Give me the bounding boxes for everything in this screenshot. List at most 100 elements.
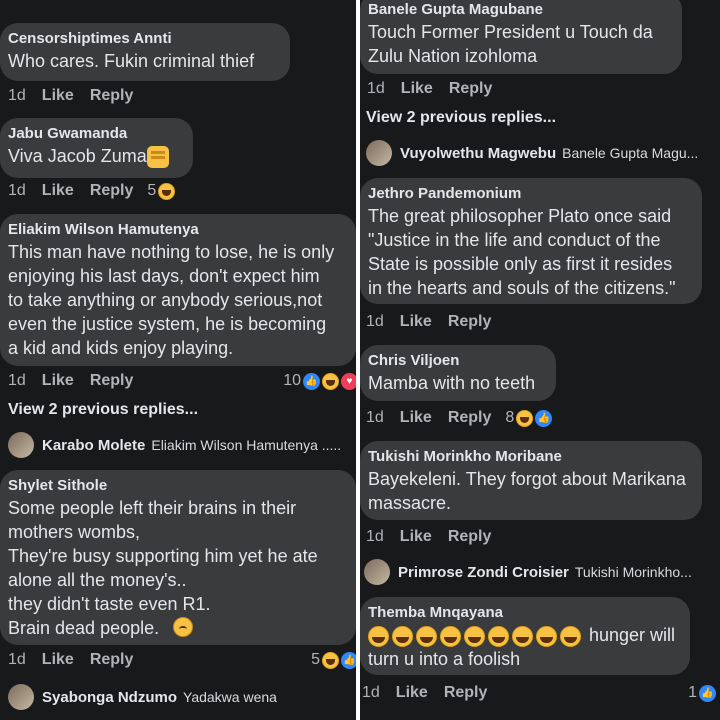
reply-button[interactable]: Reply — [90, 651, 134, 669]
comment-author[interactable]: Themba Mnqayana — [368, 603, 680, 623]
view-previous-replies-link[interactable]: View 2 previous replies... — [366, 109, 556, 127]
like-button[interactable]: Like — [400, 409, 432, 427]
comment-bubble: Eliakim Wilson Hamutenya This man have n… — [0, 214, 356, 366]
laughing-emoji-icon — [560, 625, 581, 647]
reply-button[interactable]: Reply — [90, 182, 134, 200]
comment-actions: 1d Like Reply 5 👍 — [8, 651, 356, 669]
reply-preview[interactable]: Primrose Zondi Croisier Tukishi Morinkho… — [364, 559, 692, 585]
comment-author[interactable]: Jabu Gwamanda — [8, 124, 183, 144]
laugh-reaction-icon — [516, 409, 534, 427]
reply-preview[interactable]: Syabonga Ndzumo Yadakwa wena — [8, 684, 277, 710]
comment-author[interactable]: Jethro Pandemonium — [368, 184, 692, 204]
right-comments-panel: Banele Gupta Magubane Touch Former Presi… — [360, 0, 720, 720]
reaction-summary[interactable]: 1 👍 — [688, 684, 716, 702]
comment-time[interactable]: 1d — [8, 651, 26, 669]
like-button[interactable]: Like — [42, 182, 74, 200]
laughing-emoji-icon — [392, 625, 413, 647]
avatar[interactable] — [364, 559, 390, 585]
laughing-emoji-icon — [440, 625, 461, 647]
reply-button[interactable]: Reply — [448, 313, 492, 331]
like-button[interactable]: Like — [400, 528, 432, 546]
reply-button[interactable]: Reply — [448, 409, 492, 427]
reply-target: Yadakwa wena — [183, 689, 277, 705]
comment-text: Touch Former President u Touch da Zulu N… — [368, 22, 653, 66]
comment-time[interactable]: 1d — [362, 684, 380, 702]
comment-text: Bayekeleni. They forgot about Marikana m… — [368, 469, 686, 513]
like-button[interactable]: Like — [401, 80, 433, 98]
avatar[interactable] — [8, 432, 34, 458]
comment-time[interactable]: 1d — [366, 409, 384, 427]
reaction-count: 5 — [311, 651, 320, 668]
like-button[interactable]: Like — [42, 87, 74, 105]
like-button[interactable]: Like — [42, 651, 74, 669]
comment-text: Mamba with no teeth — [368, 373, 536, 393]
laughing-emoji-icon — [488, 625, 509, 647]
reply-preview[interactable]: Karabo Molete Eliakim Wilson Hamutenya .… — [8, 432, 341, 458]
comment-author[interactable]: Tukishi Morinkho Moribane — [368, 447, 692, 467]
avatar[interactable] — [366, 140, 392, 166]
like-button[interactable]: Like — [400, 313, 432, 331]
laugh-reaction-icon — [322, 372, 339, 390]
comment-time[interactable]: 1d — [366, 313, 384, 331]
avatar[interactable] — [8, 684, 34, 710]
comment-author[interactable]: Banele Gupta Magubane — [368, 0, 672, 20]
reply-author[interactable]: Vuyolwethu Magwebu — [400, 145, 556, 162]
laugh-reaction-icon — [322, 651, 339, 669]
comment-time[interactable]: 1d — [366, 528, 384, 546]
comment-text: turn u into a foolish — [368, 649, 521, 669]
comment-time[interactable]: 1d — [8, 372, 26, 390]
comment-bubble: Jabu Gwamanda Viva Jacob Zuma — [0, 118, 193, 178]
left-comments-panel: Censorshiptimes Annti Who cares. Fukin c… — [0, 0, 356, 720]
comment-time[interactable]: 1d — [8, 182, 26, 200]
comment-text: The great philosopher Plato once said "J… — [368, 206, 676, 298]
like-reaction-icon: 👍 — [535, 409, 553, 427]
like-button[interactable]: Like — [396, 684, 428, 702]
reaction-count: 8 — [505, 409, 515, 426]
comment-author[interactable]: Shylet Sithole — [8, 476, 346, 496]
comment-actions: 1d Like Reply 5 — [8, 182, 176, 200]
comment-time[interactable]: 1d — [8, 87, 26, 105]
comment-author[interactable]: Censorshiptimes Annti — [8, 29, 280, 49]
comment-text: This man have nothing to lose, he is onl… — [8, 242, 335, 358]
reply-button[interactable]: Reply — [90, 372, 134, 390]
comment-bubble: Themba Mnqayana hunger will turn u into … — [360, 597, 690, 675]
comment-bubble: Banele Gupta Magubane Touch Former Presi… — [360, 0, 682, 74]
reply-target: Eliakim Wilson Hamutenya ..... — [151, 437, 342, 453]
comment-bubble: Jethro Pandemonium The great philosopher… — [360, 178, 702, 304]
raised-fist-icon — [146, 146, 169, 169]
view-previous-replies-link[interactable]: View 2 previous replies... — [8, 401, 198, 419]
reaction-count: 10 — [283, 372, 301, 389]
reaction-summary[interactable]: 5 — [147, 182, 176, 200]
reply-author[interactable]: Karabo Molete — [42, 437, 145, 454]
comment-actions: 1d Like Reply 1 👍 — [362, 684, 716, 702]
reaction-summary[interactable]: 5 👍 — [311, 651, 356, 669]
comment-bubble: Shylet Sithole Some people left their br… — [0, 470, 356, 645]
laughing-emoji-icon — [512, 625, 533, 647]
reaction-summary[interactable]: 8 👍 — [505, 409, 553, 427]
reply-author[interactable]: Syabonga Ndzumo — [42, 689, 177, 706]
like-button[interactable]: Like — [42, 372, 74, 390]
comment-actions: 1d Like Reply 8 👍 — [366, 409, 553, 427]
reply-target: Tukishi Morinkho... — [574, 564, 692, 580]
comment-actions: 1d Like Reply — [8, 87, 133, 105]
reply-button[interactable]: Reply — [448, 528, 492, 546]
reply-preview[interactable]: Vuyolwethu Magwebu Banele Gupta Magu... — [366, 140, 698, 166]
reaction-summary[interactable]: 10 👍 ♥ — [283, 372, 356, 390]
laugh-reaction-icon — [158, 182, 176, 200]
comment-author[interactable]: Chris Viljoen — [368, 351, 546, 371]
like-reaction-icon: 👍 — [303, 372, 320, 390]
comment-text: Who cares. Fukin criminal thief — [8, 51, 255, 71]
reply-button[interactable]: Reply — [90, 87, 134, 105]
comment-text: hunger will — [584, 625, 676, 645]
comment-bubble: Chris Viljoen Mamba with no teeth — [360, 345, 556, 401]
reply-author[interactable]: Primrose Zondi Croisier — [398, 564, 569, 581]
comment-author[interactable]: Eliakim Wilson Hamutenya — [8, 220, 346, 240]
comment-actions: 1d Like Reply 10 👍 ♥ — [8, 372, 356, 390]
reply-button[interactable]: Reply — [449, 80, 493, 98]
comment-time[interactable]: 1d — [367, 80, 385, 98]
sad-face-icon — [173, 617, 193, 637]
laughing-emoji-icon — [416, 625, 437, 647]
reply-button[interactable]: Reply — [444, 684, 488, 702]
laughing-emoji-icon — [368, 625, 389, 647]
reaction-count: 1 — [688, 684, 697, 701]
